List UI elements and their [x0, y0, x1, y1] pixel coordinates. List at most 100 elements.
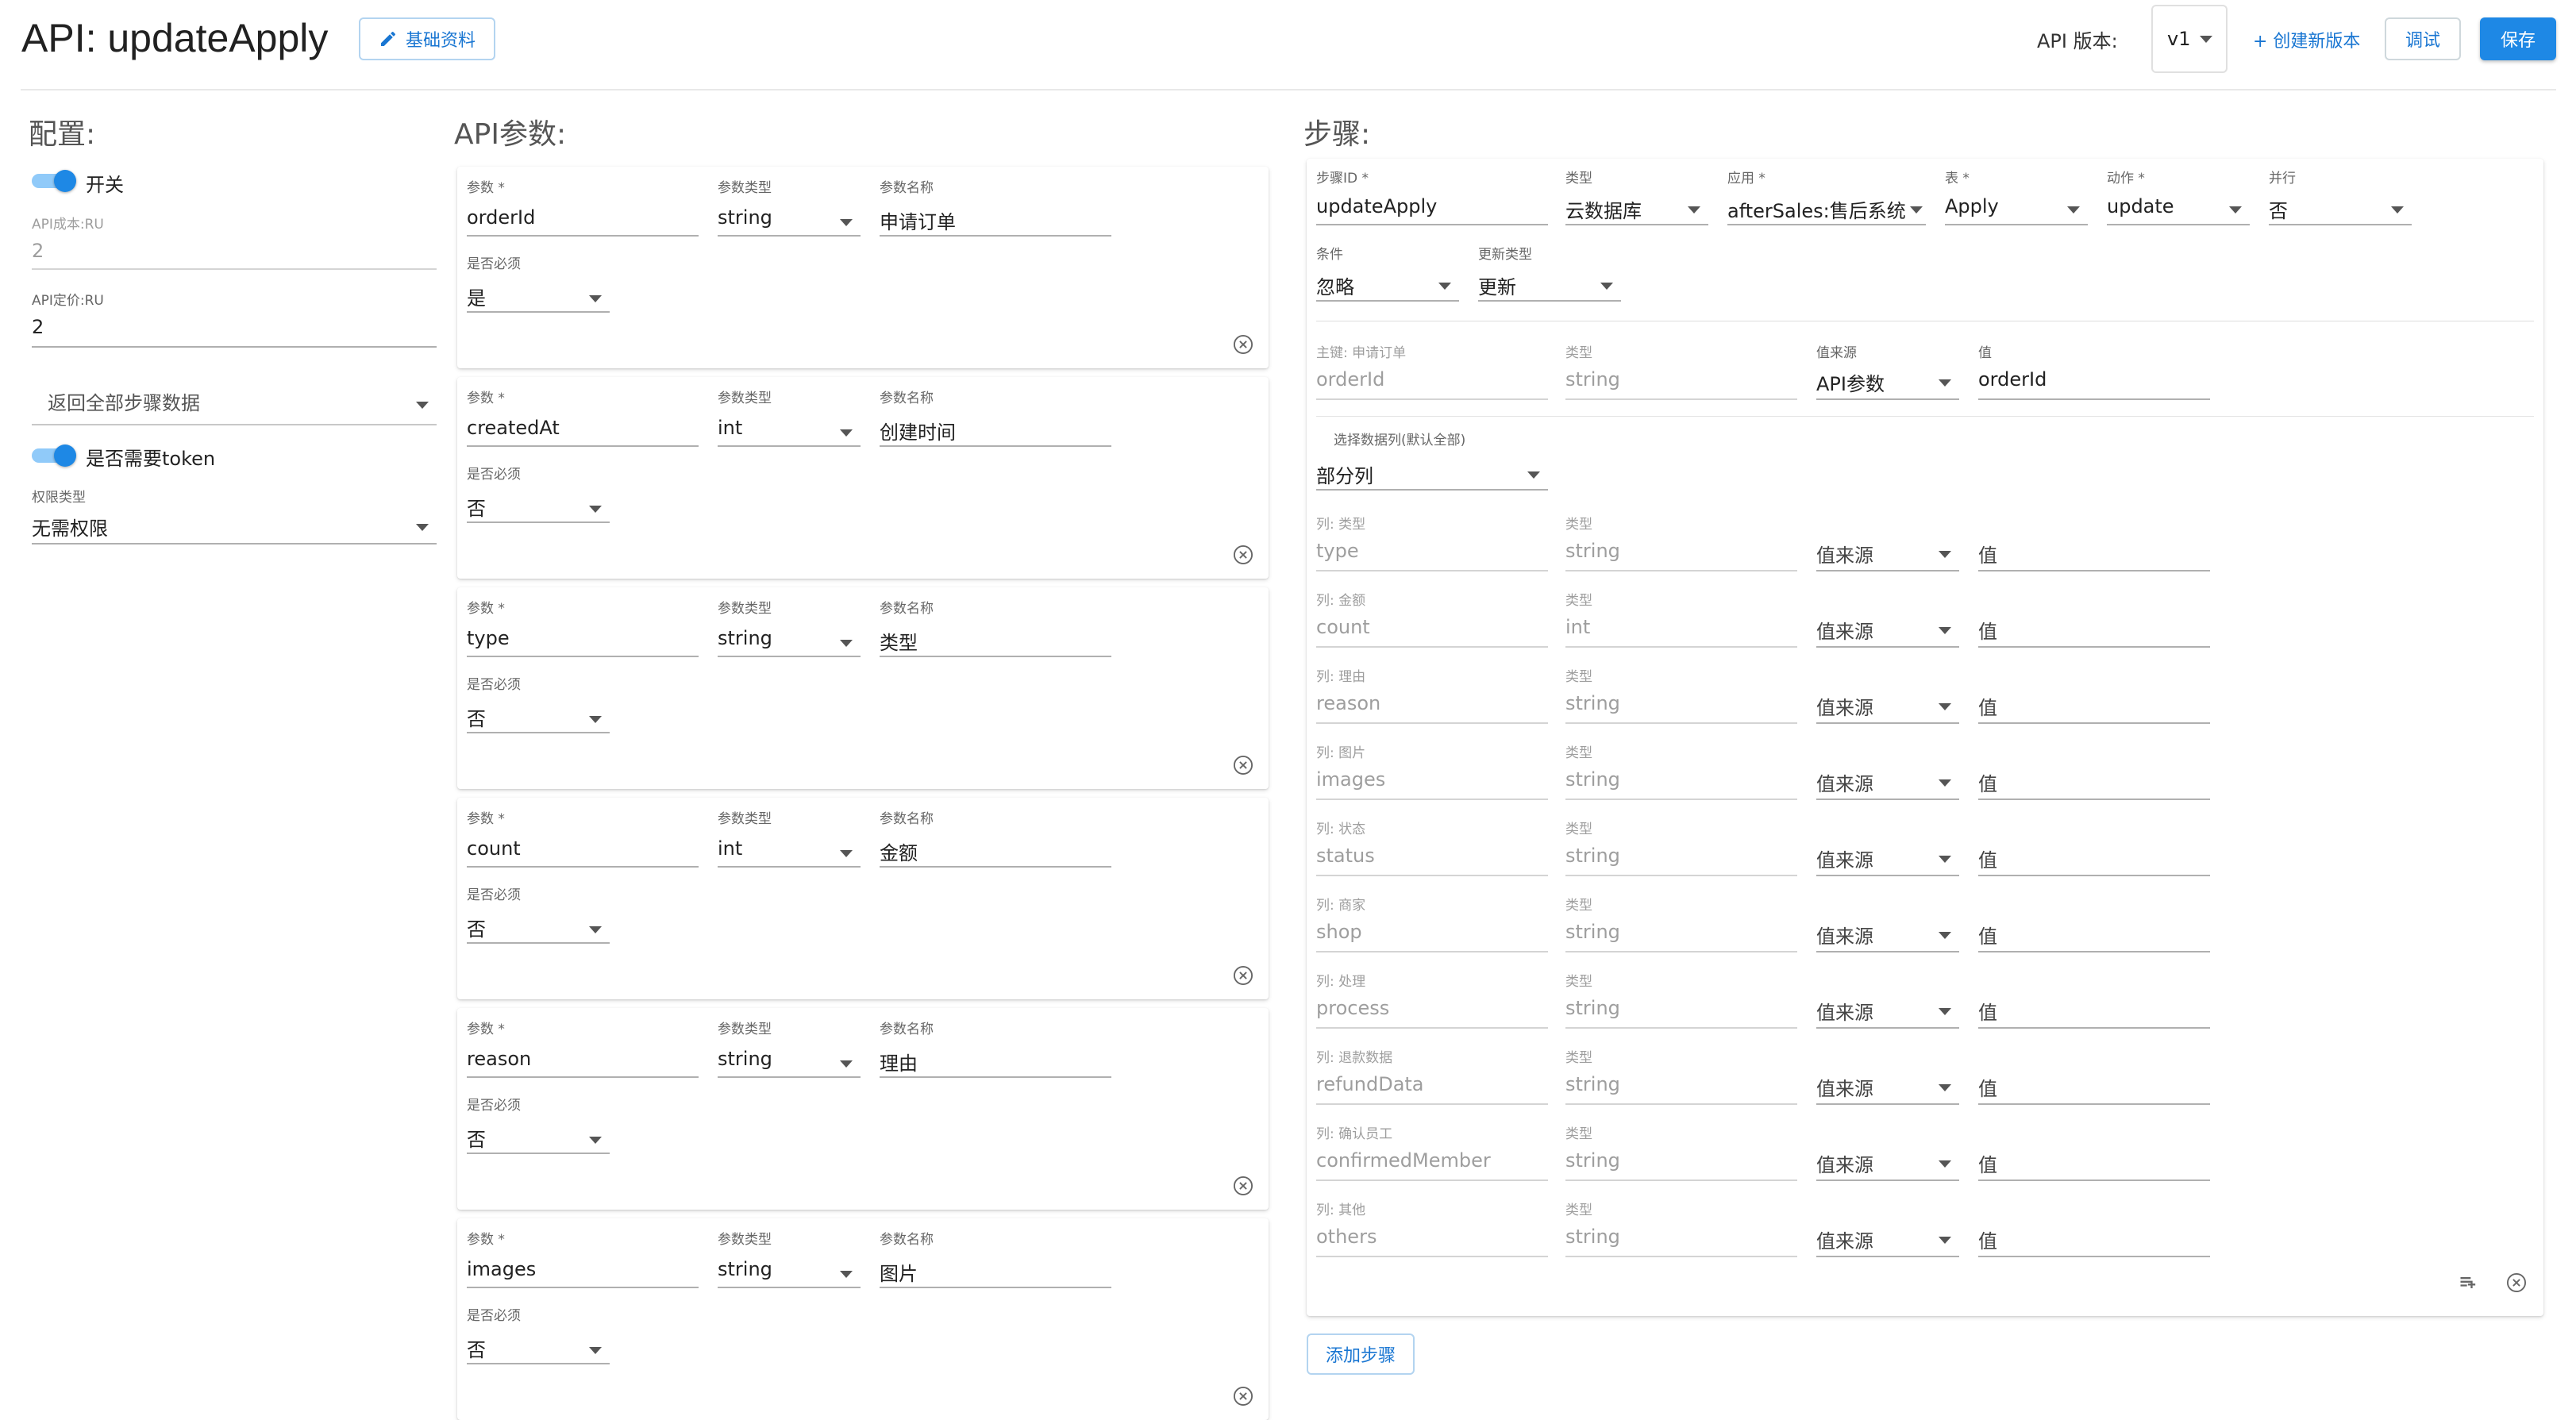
param-key-field[interactable]: 参数 * reason — [467, 1018, 699, 1078]
token-toggle[interactable] — [32, 444, 76, 467]
step-action-select[interactable]: 动作 * update — [2107, 167, 2250, 225]
column-source-select[interactable]: 值来源 — [1816, 513, 1959, 571]
param-key-field[interactable]: 参数 * createdAt — [467, 387, 699, 447]
auth-type-label: 权限类型 — [32, 490, 86, 506]
pk-field[interactable]: 主键: 申请订单 orderId — [1316, 341, 1548, 400]
close-circle-icon[interactable] — [2505, 1272, 2528, 1294]
param-type-select[interactable]: 参数类型 string — [718, 1018, 861, 1078]
column-value-input[interactable]: 值 — [1978, 741, 2210, 800]
return-data-select[interactable]: 返回全部步骤数据 — [32, 381, 437, 425]
pk-value-input[interactable]: 值 orderId — [1978, 341, 2210, 400]
param-required-select[interactable]: 是否必须 否 — [467, 1094, 610, 1154]
param-type-select[interactable]: 参数类型 string — [718, 176, 861, 237]
column-name-field[interactable]: 列: 状态 status — [1316, 818, 1548, 876]
column-name-field[interactable]: 列: 类型 type — [1316, 513, 1548, 571]
param-key-field[interactable]: 参数 * count — [467, 807, 699, 868]
param-key-field[interactable]: 参数 * type — [467, 597, 699, 657]
param-required-select[interactable]: 是否必须 是 — [467, 252, 610, 313]
column-type-field[interactable]: 类型 int — [1565, 589, 1797, 648]
column-source-select[interactable]: 值来源 — [1816, 1046, 1959, 1105]
close-circle-icon[interactable] — [1232, 333, 1254, 356]
column-source-select[interactable]: 值来源 — [1816, 741, 1959, 800]
param-name-value: 金额 — [880, 842, 918, 864]
column-value-input[interactable]: 值 — [1978, 894, 2210, 952]
column-type-field[interactable]: 类型 string — [1565, 970, 1797, 1029]
step-type-select[interactable]: 类型 云数据库 — [1565, 167, 1708, 225]
column-name-field[interactable]: 列: 退款数据 refundData — [1316, 1046, 1548, 1105]
column-name-field[interactable]: 列: 金额 count — [1316, 589, 1548, 648]
enable-toggle[interactable] — [32, 170, 76, 192]
column-type-field[interactable]: 类型 string — [1565, 818, 1797, 876]
step-parallel-select[interactable]: 并行 否 — [2269, 167, 2412, 225]
column-value-input[interactable]: 值 — [1978, 513, 2210, 571]
add-step-button[interactable]: 添加步骤 — [1307, 1333, 1415, 1375]
api-version-select[interactable]: v1 — [2151, 5, 2228, 73]
param-key-field[interactable]: 参数 * images — [467, 1228, 699, 1288]
column-type-field[interactable]: 类型 string — [1565, 741, 1797, 800]
step-id-field[interactable]: 步骤ID * updateApply — [1316, 167, 1548, 225]
param-type-select[interactable]: 参数类型 string — [718, 597, 861, 657]
auth-type-select[interactable]: 权限类型 无需权限 — [32, 486, 437, 545]
param-name-field[interactable]: 参数名称 创建时间 — [880, 387, 1111, 447]
select-columns-select[interactable]: 选择数据列(默认全部) 部分列 — [1316, 425, 1548, 491]
param-name-field[interactable]: 参数名称 类型 — [880, 597, 1111, 657]
column-type-field[interactable]: 类型 string — [1565, 1199, 1797, 1257]
param-required-select[interactable]: 是否必须 否 — [467, 463, 610, 523]
column-value-input[interactable]: 值 — [1978, 665, 2210, 724]
column-name-field[interactable]: 列: 其他 others — [1316, 1199, 1548, 1257]
column-value-input[interactable]: 值 — [1978, 1199, 2210, 1257]
pk-type-field[interactable]: 类型 string — [1565, 341, 1797, 400]
column-type-field[interactable]: 类型 string — [1565, 894, 1797, 952]
param-required-select[interactable]: 是否必须 否 — [467, 1304, 610, 1364]
param-type-select[interactable]: 参数类型 string — [718, 1228, 861, 1288]
column-name-field[interactable]: 列: 商家 shop — [1316, 894, 1548, 952]
column-source-select[interactable]: 值来源 — [1816, 665, 1959, 724]
column-value-input[interactable]: 值 — [1978, 818, 2210, 876]
close-circle-icon[interactable] — [1232, 964, 1254, 987]
api-price-field[interactable]: API定价:RU 2 — [32, 289, 437, 348]
column-value-input[interactable]: 值 — [1978, 589, 2210, 648]
column-value-input[interactable]: 值 — [1978, 1046, 2210, 1105]
step-app-select[interactable]: 应用 * afterSales:售后系统 — [1727, 167, 1926, 225]
param-name-field[interactable]: 参数名称 图片 — [880, 1228, 1111, 1288]
column-name-field[interactable]: 列: 图片 images — [1316, 741, 1548, 800]
playlist-add-icon[interactable] — [2458, 1272, 2480, 1294]
step-table-select[interactable]: 表 * Apply — [1945, 167, 2088, 225]
close-circle-icon[interactable] — [1232, 544, 1254, 566]
param-name-field[interactable]: 参数名称 申请订单 — [880, 176, 1111, 237]
close-circle-icon[interactable] — [1232, 1385, 1254, 1407]
column-source-select[interactable]: 值来源 — [1816, 1122, 1959, 1181]
column-source-select[interactable]: 值来源 — [1816, 894, 1959, 952]
param-type-select[interactable]: 参数类型 int — [718, 387, 861, 447]
column-value-input[interactable]: 值 — [1978, 970, 2210, 1029]
column-source-select[interactable]: 值来源 — [1816, 589, 1959, 648]
condition-select[interactable]: 条件 忽略 — [1316, 243, 1459, 302]
column-source-select[interactable]: 值来源 — [1816, 970, 1959, 1029]
column-type-field[interactable]: 类型 string — [1565, 513, 1797, 571]
column-source-select[interactable]: 值来源 — [1816, 818, 1959, 876]
column-type-field[interactable]: 类型 string — [1565, 1122, 1797, 1181]
debug-button[interactable]: 调试 — [2385, 17, 2461, 60]
column-type-field[interactable]: 类型 string — [1565, 1046, 1797, 1105]
column-name-field[interactable]: 列: 处理 process — [1316, 970, 1548, 1029]
param-name-field[interactable]: 参数名称 理由 — [880, 1018, 1111, 1078]
column-name-field[interactable]: 列: 理由 reason — [1316, 665, 1548, 724]
param-type-select[interactable]: 参数类型 int — [718, 807, 861, 868]
column-type-field[interactable]: 类型 string — [1565, 665, 1797, 724]
update-type-select[interactable]: 更新类型 更新 — [1478, 243, 1621, 302]
column-source-select[interactable]: 值来源 — [1816, 1199, 1959, 1257]
column-value-input[interactable]: 值 — [1978, 1122, 2210, 1181]
pk-source-select[interactable]: 值来源 API参数 — [1816, 341, 1959, 400]
param-key-field[interactable]: 参数 * orderId — [467, 176, 699, 237]
param-required-select[interactable]: 是否必须 否 — [467, 883, 610, 944]
save-button[interactable]: 保存 — [2480, 17, 2556, 60]
param-type-label: 参数类型 — [718, 391, 772, 406]
param-required-select[interactable]: 是否必须 否 — [467, 673, 610, 733]
close-circle-icon[interactable] — [1232, 754, 1254, 776]
param-name-field[interactable]: 参数名称 金额 — [880, 807, 1111, 868]
api-cost-field[interactable]: API成本:RU 2 — [32, 213, 437, 270]
close-circle-icon[interactable] — [1232, 1175, 1254, 1197]
basic-info-button[interactable]: 基础资料 — [359, 17, 495, 60]
create-version-button[interactable]: + 创建新版本 — [2253, 27, 2360, 52]
column-name-field[interactable]: 列: 确认员工 confirmedMember — [1316, 1122, 1548, 1181]
